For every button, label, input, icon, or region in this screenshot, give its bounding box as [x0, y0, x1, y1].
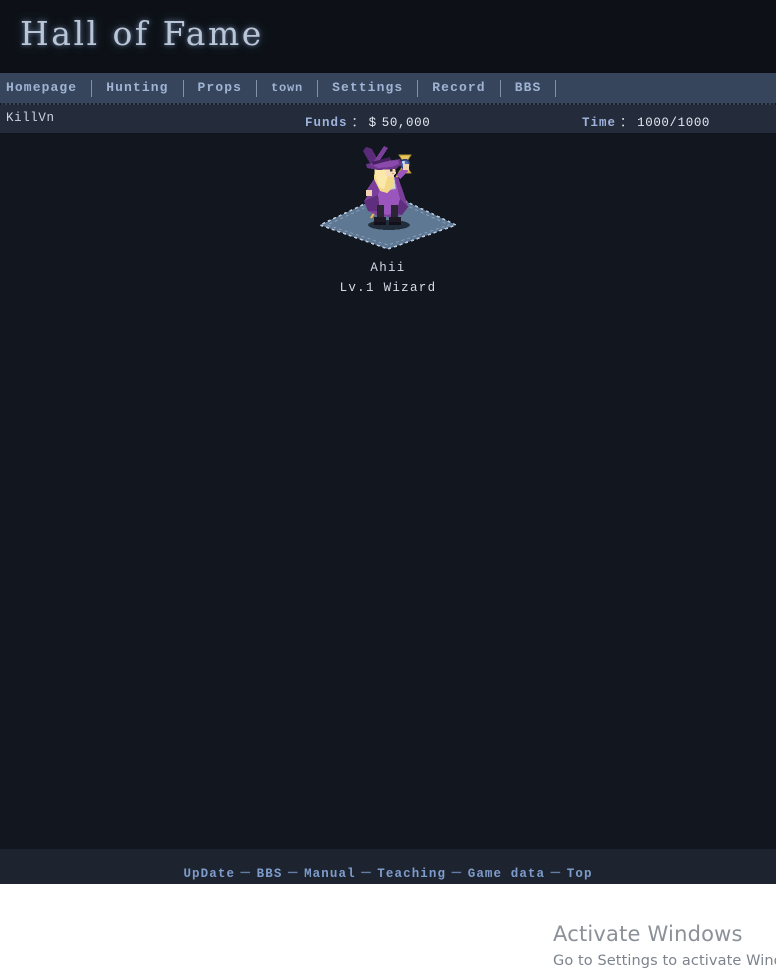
site-logo: Hall of Fame	[20, 14, 264, 53]
footer-links: UpDate － BBS － Manual － Teaching － Game data － Top	[0, 849, 776, 881]
character-class-level: Lv.1 Wizard	[339, 281, 437, 295]
nav-divider	[91, 79, 93, 97]
nav-divider	[317, 79, 319, 97]
nav-divider	[499, 79, 501, 97]
main-navigation: Homepage Hunting Props town Settings Record BB…	[0, 73, 776, 105]
watermark-title: Activate Windows	[553, 922, 743, 946]
player-name: KillVn	[6, 111, 55, 125]
time-value: 1000/1000	[637, 116, 711, 130]
footer-bbs[interactable]: BBS	[257, 867, 283, 881]
nav-divider	[182, 79, 184, 97]
character-name: Ahii	[370, 261, 406, 275]
time-label: Time	[582, 116, 617, 130]
nav-props[interactable]: Props	[184, 73, 257, 103]
time-display: Time： 1000/1000	[582, 111, 710, 130]
footer-separator: －	[450, 867, 464, 881]
footer-top[interactable]: Top	[567, 867, 593, 881]
time-colon: ：	[620, 116, 634, 130]
funds-label: Funds	[305, 116, 348, 130]
nav-record[interactable]: Record	[418, 73, 499, 103]
site-header: Hall of Fame	[0, 0, 776, 73]
footer-manual[interactable]: Manual	[304, 867, 356, 881]
activate-windows-watermark: Activate Windows Go to Settings to activ…	[553, 921, 776, 972]
wizard-sprite-svg	[317, 146, 459, 250]
nav-bbs[interactable]: BBS	[501, 73, 556, 103]
game-stage: Ahii Lv.1 Wizard Activate Windows Go to …	[0, 133, 776, 969]
nav-divider	[555, 79, 557, 97]
character-block: Ahii Lv.1 Wizard	[0, 145, 776, 295]
footer-update[interactable]: UpDate	[183, 867, 235, 881]
nav-settings[interactable]: Settings	[318, 73, 417, 103]
nav-divider	[256, 79, 258, 97]
funds-colon: ：	[351, 116, 365, 130]
footer-separator: －	[359, 867, 374, 881]
footer-teaching[interactable]: Teaching	[377, 867, 446, 881]
watermark-subtitle: Go to Settings to activate Windows.	[553, 953, 776, 969]
nav-hunting[interactable]: Hunting	[92, 73, 182, 103]
site-footer: UpDate － BBS － Manual － Teaching － Game data － Top	[0, 849, 776, 884]
nav-divider	[417, 79, 419, 97]
footer-game-data[interactable]: Game data	[468, 867, 545, 881]
nav-town[interactable]: town	[257, 73, 317, 103]
currency-symbol: $	[368, 116, 377, 130]
footer-separator: －	[549, 867, 563, 881]
witch-hat	[363, 146, 402, 170]
game-page: Hall of Fame Homepage Hunting Props town Set…	[0, 0, 776, 969]
funds-display: Funds： $50,000	[305, 111, 430, 130]
nav-homepage[interactable]: Homepage	[0, 73, 91, 103]
player-status-bar: KillVn Funds： $50,000 Time： 1000/1000	[0, 105, 776, 133]
footer-separator: －	[239, 867, 253, 881]
funds-value: 50,000	[381, 116, 431, 130]
footer-separator: －	[286, 867, 301, 881]
character-artwork[interactable]	[308, 145, 468, 255]
